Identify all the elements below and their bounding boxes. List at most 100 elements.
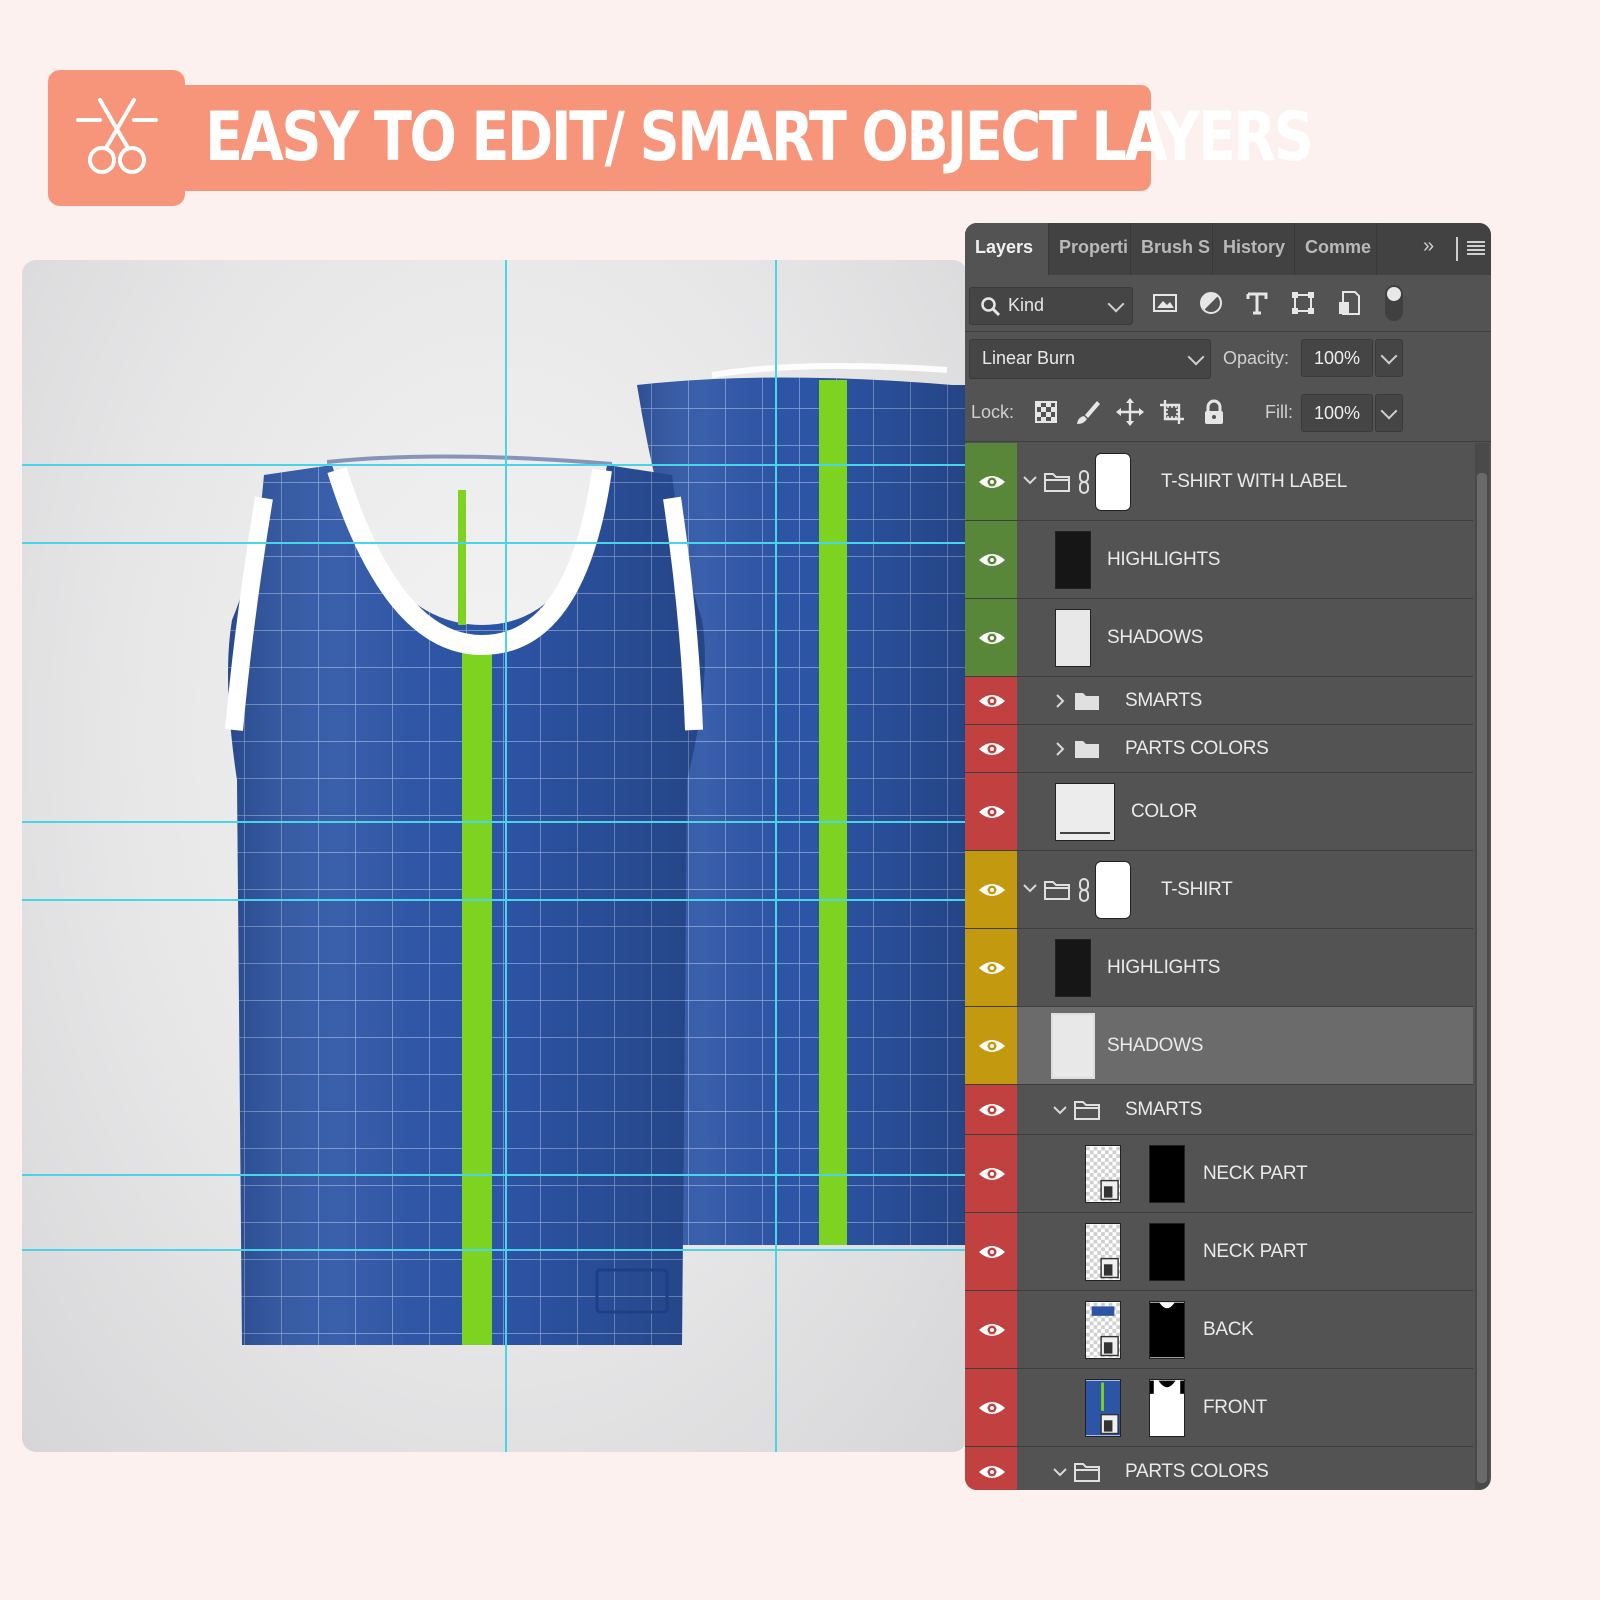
layer-row[interactable]: HIGHLIGHTS	[965, 929, 1473, 1007]
layer-mask-thumbnail[interactable]	[1095, 453, 1131, 511]
tab-layers[interactable]: Layers	[965, 223, 1049, 275]
layer-color-label	[965, 1007, 1017, 1084]
layer-color-label	[965, 725, 1017, 772]
layer-row[interactable]: HIGHLIGHTS	[965, 521, 1473, 599]
lock-position-icon[interactable]	[1115, 397, 1145, 427]
lock-transparency-icon[interactable]	[1031, 397, 1061, 427]
tab-brush-settings[interactable]: Brush S	[1131, 223, 1213, 275]
layer-color-label	[965, 599, 1017, 676]
scrollbar-thumb[interactable]	[1477, 473, 1487, 1483]
document-canvas[interactable]	[22, 260, 967, 1452]
layer-row[interactable]: NECK PART	[965, 1213, 1473, 1291]
lock-all-icon[interactable]	[1199, 397, 1229, 427]
eye-icon[interactable]	[978, 692, 1006, 710]
layer-color-label	[965, 1369, 1017, 1446]
chevron-down-icon	[1107, 295, 1125, 313]
eye-icon[interactable]	[978, 473, 1006, 491]
eye-icon[interactable]	[978, 1321, 1006, 1339]
layer-mask-thumbnail[interactable]	[1149, 1223, 1185, 1281]
fill-layer-thumbnail[interactable]	[1055, 783, 1115, 841]
fill-field[interactable]: 100%	[1301, 394, 1373, 432]
search-icon	[981, 297, 1001, 317]
layer-mask-thumbnail[interactable]	[1149, 1379, 1185, 1437]
opacity-dropdown[interactable]	[1375, 339, 1403, 377]
panel-tab-bar: Layers Properti Brush S History Comme »	[965, 223, 1491, 275]
lock-artboard-icon[interactable]	[1157, 397, 1187, 427]
eye-icon[interactable]	[978, 1399, 1006, 1417]
pixel-filter-icon[interactable]	[1149, 287, 1181, 319]
layer-mask-thumbnail[interactable]	[1149, 1301, 1185, 1359]
layer-row[interactable]: SHADOWS	[965, 599, 1473, 677]
layer-color-label	[965, 1085, 1017, 1134]
layer-thumbnail[interactable]	[1055, 939, 1091, 997]
layer-color-label	[965, 929, 1017, 1006]
layer-row[interactable]: FRONT	[965, 1369, 1473, 1447]
eye-icon[interactable]	[978, 740, 1006, 758]
lock-pixels-icon[interactable]	[1073, 397, 1103, 427]
layers-list[interactable]: T-SHIRT WITH LABEL HIGHLIGHTS SHADOWS SM…	[965, 443, 1491, 1490]
chevron-down-icon[interactable]	[1053, 1103, 1067, 1117]
link-icon	[1079, 878, 1089, 902]
eye-icon[interactable]	[978, 1463, 1006, 1481]
opacity-field[interactable]: 100%	[1301, 339, 1373, 377]
layer-row[interactable]: SMARTS	[965, 1085, 1473, 1135]
layer-row[interactable]: T-SHIRT	[965, 851, 1473, 929]
layer-row[interactable]: BACK	[965, 1291, 1473, 1369]
fill-dropdown[interactable]	[1375, 394, 1403, 432]
more-tabs-icon[interactable]: »	[1423, 235, 1447, 259]
layer-name: T-SHIRT	[1161, 879, 1233, 900]
shape-filter-icon[interactable]	[1287, 287, 1319, 319]
tab-properties[interactable]: Properti	[1049, 223, 1131, 275]
layer-mask-thumbnail[interactable]	[1149, 1145, 1185, 1203]
blend-row: Linear Burn Opacity: 100%	[965, 333, 1491, 383]
layer-mask-thumbnail[interactable]	[1095, 861, 1131, 919]
layer-color-label	[965, 521, 1017, 598]
layer-row[interactable]: SMARTS	[965, 677, 1473, 725]
tab-history[interactable]: History	[1213, 223, 1295, 275]
filter-kind-select[interactable]: Kind	[969, 287, 1133, 325]
smart-object-thumbnail[interactable]	[1085, 1379, 1121, 1437]
eye-icon[interactable]	[978, 803, 1006, 821]
smart-object-thumbnail[interactable]	[1085, 1145, 1121, 1203]
eye-icon[interactable]	[978, 881, 1006, 899]
eye-icon[interactable]	[978, 1165, 1006, 1183]
eye-icon[interactable]	[978, 551, 1006, 569]
adjustment-filter-icon[interactable]	[1195, 287, 1227, 319]
eye-icon[interactable]	[978, 629, 1006, 647]
layers-scrollbar[interactable]	[1475, 443, 1489, 1490]
layers-panel: Layers Properti Brush S History Comme » …	[965, 223, 1491, 1490]
front-view-tank	[225, 454, 705, 1345]
tab-comments[interactable]: Comme	[1295, 223, 1377, 275]
layer-row[interactable]: NECK PART	[965, 1135, 1473, 1213]
smart-object-thumbnail[interactable]	[1085, 1301, 1121, 1359]
layer-thumbnail[interactable]	[1051, 1013, 1095, 1079]
panel-menu-icon[interactable]	[1467, 239, 1485, 257]
chevron-down-icon[interactable]	[1023, 473, 1037, 487]
eye-icon[interactable]	[978, 959, 1006, 977]
chevron-down-icon	[1380, 347, 1398, 365]
opacity-label: Opacity:	[1223, 348, 1290, 368]
layer-name: SMARTS	[1125, 1099, 1203, 1120]
layer-row[interactable]: T-SHIRT WITH LABEL	[965, 443, 1473, 521]
chevron-down-icon[interactable]	[1053, 1465, 1067, 1479]
smart-object-filter-icon[interactable]	[1333, 287, 1365, 319]
eye-icon[interactable]	[978, 1243, 1006, 1261]
filter-toggle[interactable]	[1385, 285, 1403, 321]
layer-row[interactable]: PARTS COLORS	[965, 725, 1473, 773]
chevron-right-icon[interactable]	[1053, 742, 1067, 756]
eye-icon[interactable]	[978, 1037, 1006, 1055]
layer-name: PARTS COLORS	[1125, 738, 1269, 759]
smart-object-thumbnail[interactable]	[1085, 1223, 1121, 1281]
chevron-right-icon[interactable]	[1053, 694, 1067, 708]
type-filter-icon[interactable]	[1241, 287, 1273, 319]
eye-icon[interactable]	[978, 1101, 1006, 1119]
folder-icon	[1044, 881, 1070, 900]
layer-thumbnail[interactable]	[1055, 531, 1091, 589]
blend-mode-select[interactable]: Linear Burn	[969, 339, 1211, 379]
layer-thumbnail[interactable]	[1055, 609, 1091, 667]
layer-row-selected[interactable]: SHADOWS	[965, 1007, 1473, 1085]
layer-row[interactable]: COLOR	[965, 773, 1473, 851]
chevron-down-icon[interactable]	[1023, 881, 1037, 895]
layer-name: NECK PART	[1203, 1241, 1308, 1262]
layer-row[interactable]: PARTS COLORS	[965, 1447, 1473, 1490]
